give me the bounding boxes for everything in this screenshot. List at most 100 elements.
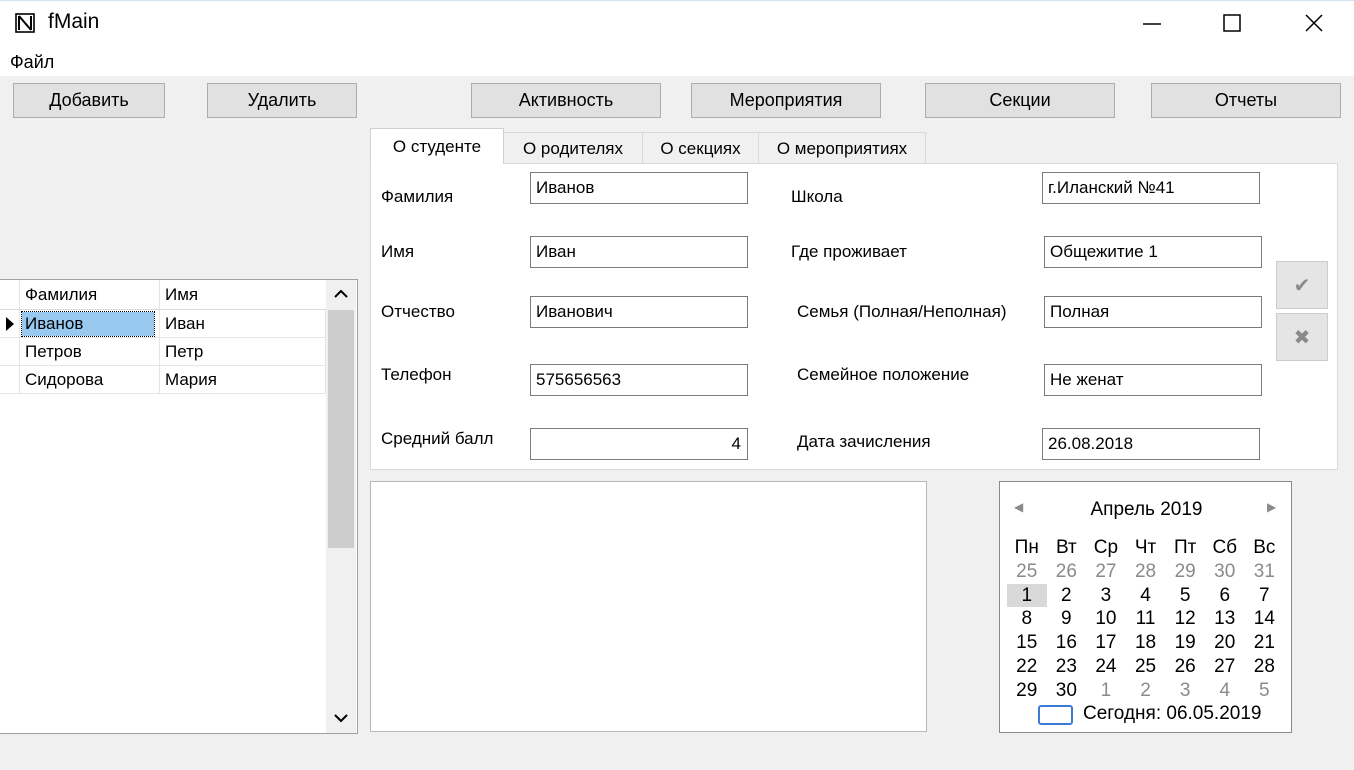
grid-scrollbar[interactable]: [326, 280, 356, 733]
last-name-field[interactable]: Иванов: [530, 172, 748, 204]
calendar-day[interactable]: 10: [1086, 607, 1126, 630]
calendar-day[interactable]: 25: [1007, 560, 1047, 583]
average-score-label: Средний балл: [381, 429, 494, 448]
calendar-day[interactable]: 15: [1007, 631, 1047, 654]
calendar-day[interactable]: 19: [1165, 631, 1205, 654]
calendar-day[interactable]: 11: [1126, 607, 1166, 630]
calendar-day[interactable]: 26: [1047, 560, 1087, 583]
reports-button[interactable]: Отчеты: [1151, 83, 1341, 118]
calendar-day[interactable]: 27: [1205, 655, 1245, 678]
tab-sections[interactable]: О секциях: [642, 132, 759, 164]
grid-cell-selected[interactable]: Иванов: [21, 311, 155, 337]
calendar-day[interactable]: 23: [1047, 655, 1087, 678]
calendar-day[interactable]: 22: [1007, 655, 1047, 678]
grid-cell[interactable]: Петр: [160, 338, 326, 366]
calendar-day[interactable]: 27: [1086, 560, 1126, 583]
calendar-day[interactable]: 16: [1047, 631, 1087, 654]
calendar-day[interactable]: 25: [1126, 655, 1166, 678]
calendar-day[interactable]: 6: [1205, 584, 1245, 607]
calendar-day[interactable]: 4: [1205, 679, 1245, 702]
calendar-day[interactable]: 28: [1245, 655, 1285, 678]
calendar-day[interactable]: 13: [1205, 607, 1245, 630]
chevron-up-icon[interactable]: [333, 288, 349, 300]
calendar-day[interactable]: 2: [1126, 679, 1166, 702]
weekday-label: Ср: [1093, 537, 1119, 558]
activity-button[interactable]: Активность: [471, 83, 661, 118]
scroll-thumb[interactable]: [328, 310, 354, 548]
residence-label: Где проживает: [791, 242, 907, 261]
calendar-month-title[interactable]: Апрель 2019: [1000, 499, 1293, 521]
grid-header-first-name[interactable]: Имя: [160, 280, 326, 310]
calendar-day[interactable]: 17: [1086, 631, 1126, 654]
school-label: Школа: [791, 187, 843, 206]
tab-student[interactable]: О студенте: [370, 128, 504, 164]
calendar-day[interactable]: 20: [1205, 631, 1245, 654]
table-row[interactable]: Иванов: [20, 310, 160, 338]
calendar-day[interactable]: 30: [1205, 560, 1245, 583]
average-score-field[interactable]: 4: [530, 428, 748, 460]
calendar-day[interactable]: 18: [1126, 631, 1166, 654]
grid-cell[interactable]: Иван: [160, 310, 326, 338]
first-name-label: Имя: [381, 242, 415, 261]
calendar-day[interactable]: 1: [1007, 583, 1047, 607]
confirm-button[interactable]: ✔: [1276, 261, 1328, 309]
delete-button[interactable]: Удалить: [207, 83, 357, 118]
month-calendar[interactable]: ◀ Апрель 2019 ▶ Пн Вт Ср Чт Пт Сб Вс 25 26 27 28 29…: [999, 481, 1292, 733]
grid-cell[interactable]: Сидорова: [20, 366, 160, 394]
row-selector[interactable]: [0, 338, 20, 366]
calendar-day[interactable]: 5: [1245, 679, 1285, 702]
grid-header-last-name[interactable]: Фамилия: [20, 280, 160, 310]
grid-cell[interactable]: Петров: [20, 338, 160, 366]
next-month-icon[interactable]: ▶: [1267, 500, 1276, 514]
calendar-day[interactable]: 8: [1007, 607, 1047, 630]
calendar-day[interactable]: 3: [1165, 679, 1205, 702]
calendar-day[interactable]: 28: [1126, 560, 1166, 583]
school-field[interactable]: г.Иланский №41: [1042, 172, 1260, 204]
add-button[interactable]: Добавить: [13, 83, 165, 118]
students-grid[interactable]: Фамилия Имя Иванов Иван Петров Петр Сидо…: [0, 279, 358, 734]
row-selector[interactable]: [0, 310, 20, 338]
calendar-day[interactable]: 7: [1245, 584, 1285, 607]
weekday-label: Пн: [1014, 537, 1039, 558]
close-button[interactable]: [1274, 0, 1354, 46]
notes-area[interactable]: [370, 481, 927, 732]
calendar-day[interactable]: 4: [1126, 584, 1166, 607]
weekday-label: Вт: [1055, 537, 1077, 558]
calendar-day[interactable]: 29: [1007, 679, 1047, 702]
tab-parents[interactable]: О родителях: [503, 132, 643, 164]
tab-events[interactable]: О мероприятиях: [758, 132, 926, 164]
calendar-today[interactable]: Сегодня: 06.05.2019: [1083, 703, 1261, 725]
calendar-day[interactable]: 30: [1047, 679, 1087, 702]
calendar-day[interactable]: 2: [1047, 584, 1087, 607]
calendar-day[interactable]: 14: [1245, 607, 1285, 630]
row-selector[interactable]: [0, 366, 20, 394]
calendar-day[interactable]: 21: [1245, 631, 1285, 654]
calendar-day[interactable]: 5: [1165, 584, 1205, 607]
minimize-icon: [1143, 23, 1161, 25]
sections-button[interactable]: Секции: [925, 83, 1115, 118]
patronymic-field[interactable]: Иванович: [530, 296, 748, 328]
window-title: fMain: [48, 10, 100, 33]
calendar-day[interactable]: 26: [1165, 655, 1205, 678]
minimize-button[interactable]: [1112, 0, 1192, 46]
calendar-day[interactable]: 12: [1165, 607, 1205, 630]
events-button[interactable]: Мероприятия: [691, 83, 881, 118]
first-name-field[interactable]: Иван: [530, 236, 748, 268]
calendar-day[interactable]: 31: [1245, 560, 1285, 583]
family-field[interactable]: Полная: [1044, 296, 1262, 328]
phone-field[interactable]: 575656563: [530, 364, 748, 396]
residence-field[interactable]: Общежитие 1: [1044, 236, 1262, 268]
grid-cell[interactable]: Мария: [160, 366, 326, 394]
enrollment-date-field[interactable]: 26.08.2018: [1042, 428, 1260, 460]
menu-file[interactable]: Файл: [10, 52, 54, 73]
calendar-day[interactable]: 3: [1086, 584, 1126, 607]
calendar-day[interactable]: 9: [1047, 607, 1087, 630]
chevron-down-icon[interactable]: [333, 712, 349, 724]
calendar-day[interactable]: 24: [1086, 655, 1126, 678]
calendar-day[interactable]: 29: [1165, 560, 1205, 583]
family-label: Семья (Полная/Неполная): [797, 302, 1007, 321]
marital-status-field[interactable]: Не женат: [1044, 364, 1262, 396]
calendar-day[interactable]: 1: [1086, 679, 1126, 702]
maximize-button[interactable]: [1192, 0, 1272, 46]
cancel-button[interactable]: ✖: [1276, 313, 1328, 361]
